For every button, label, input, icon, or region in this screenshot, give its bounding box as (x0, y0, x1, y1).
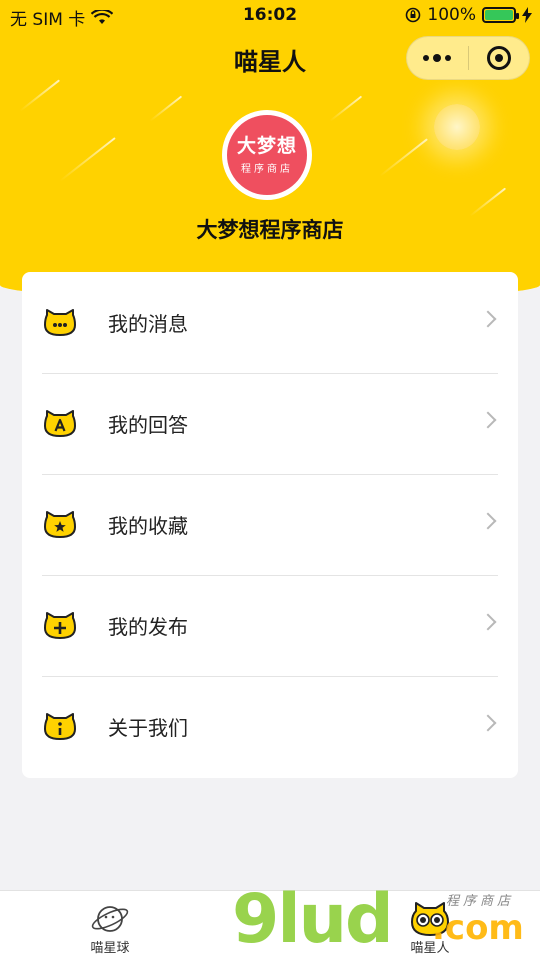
tab-label: 喵星球 (90, 941, 130, 956)
store-name: 大梦想程序商店 (196, 218, 344, 242)
cat-face-icon (411, 902, 449, 936)
decor-streak (379, 138, 428, 177)
menu-item-label: 我的回答 (108, 413, 188, 437)
menu-item-label: 关于我们 (108, 716, 188, 740)
cat-answer-icon (44, 410, 76, 437)
menu-item-label: 我的消息 (108, 312, 188, 336)
more-button[interactable] (407, 36, 468, 80)
cat-plus-icon (44, 612, 76, 639)
tab-cat[interactable]: 喵星人 (370, 891, 490, 960)
avatar[interactable]: 大梦想 程序商店 (222, 110, 312, 200)
chevron-right-icon (479, 714, 497, 732)
mini-program-capsule (406, 36, 530, 80)
tab-planet[interactable]: 喵星球 (50, 891, 170, 960)
chevron-right-icon (479, 613, 497, 631)
chevron-right-icon (479, 512, 497, 530)
chevron-right-icon (479, 411, 497, 429)
charging-icon (522, 7, 532, 23)
menu-item-answers[interactable]: 我的回答 (22, 373, 518, 474)
menu-item-messages[interactable]: 我的消息 (22, 272, 518, 373)
battery-level (485, 10, 513, 20)
decor-streak (149, 95, 183, 122)
avatar-main-text: 大梦想 (236, 135, 297, 157)
menu-item-favorites[interactable]: 我的收藏 (22, 474, 518, 575)
menu-item-about[interactable]: 关于我们 (22, 676, 518, 777)
tab-label: 喵星人 (410, 941, 450, 956)
cat-star-icon (44, 511, 76, 538)
cat-message-icon (44, 309, 76, 336)
chevron-right-icon (479, 310, 497, 328)
planet-icon (91, 906, 129, 932)
battery-percent: 100% (427, 5, 476, 25)
more-dots-icon (423, 54, 452, 62)
orientation-lock-icon (406, 7, 421, 23)
decor-streak (59, 137, 116, 182)
decor-streak (19, 79, 61, 112)
avatar-sub-text: 程序商店 (241, 164, 293, 175)
status-bar: 无 SIM 卡 16:02 100% (0, 0, 540, 32)
sun-decoration (434, 104, 480, 150)
menu-item-label: 我的收藏 (108, 514, 188, 538)
close-button[interactable] (468, 36, 529, 80)
decor-streak (469, 187, 507, 217)
battery-icon (482, 7, 519, 23)
tab-bar: 喵星球 喵星人 (0, 890, 540, 960)
menu-card: 我的消息 我的回答 我的收藏 我的发布 关于我们 (22, 272, 518, 778)
cat-info-icon (44, 713, 76, 740)
menu-item-label: 我的发布 (108, 615, 188, 639)
close-target-icon (486, 46, 511, 70)
decor-streak (329, 95, 363, 122)
menu-item-posts[interactable]: 我的发布 (22, 575, 518, 676)
